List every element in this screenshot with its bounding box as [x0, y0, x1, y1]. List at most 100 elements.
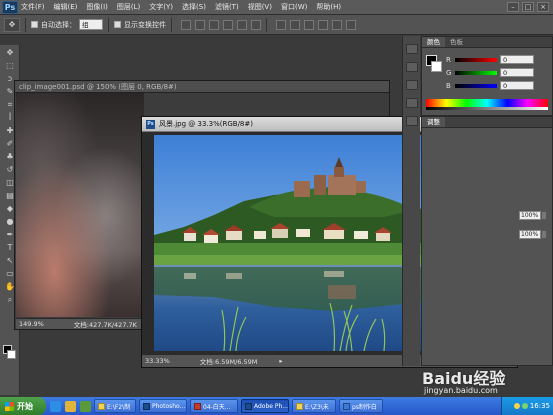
photoshop-icon: [245, 402, 252, 410]
doc-size: 文档:427.7K/427.7K: [73, 321, 137, 329]
separator: [108, 17, 109, 32]
adjustments-panel: 调整 100% 100%: [421, 116, 553, 366]
document-icon: [343, 402, 350, 410]
close-button[interactable]: ×: [537, 2, 549, 12]
zoom-level[interactable]: 33.33%: [145, 357, 170, 365]
cloudy-sky-canvas[interactable]: [16, 93, 144, 317]
move-tool-preset-icon[interactable]: ✥: [4, 17, 20, 32]
align-left-icon[interactable]: [223, 19, 233, 30]
marquee-icon[interactable]: ⬚: [3, 60, 17, 71]
green-label: G: [446, 68, 452, 77]
watermark-url: jingyan.baidu.com: [424, 386, 498, 395]
align-vcenter-icon[interactable]: [195, 19, 205, 30]
task-item[interactable]: Photosho...: [139, 399, 187, 413]
grayscale-ramp[interactable]: [426, 107, 548, 110]
clock[interactable]: 16:35: [530, 402, 550, 410]
fill-field[interactable]: 100%: [519, 230, 541, 239]
green-slider[interactable]: [455, 70, 497, 75]
tab-swatches[interactable]: 色板: [445, 37, 468, 47]
character-panel-icon[interactable]: [406, 98, 418, 108]
menu-filter[interactable]: 滤镜(T): [215, 2, 239, 12]
task-item[interactable]: E:\F2\制: [94, 399, 136, 413]
paragraph-panel-icon[interactable]: [406, 116, 418, 126]
tab-color[interactable]: 颜色: [422, 37, 445, 47]
distribute-hcenter-icon[interactable]: [332, 19, 342, 30]
task-label: E:\F2\制: [107, 403, 131, 411]
align-bottom-icon[interactable]: [209, 19, 219, 30]
actions-panel-icon[interactable]: [406, 62, 418, 72]
folder-icon: [98, 402, 105, 410]
fill-arrow-icon[interactable]: [541, 230, 547, 239]
document-title: 风景.jpg @ 33.3%(RGB/8#): [159, 120, 253, 128]
task-item-active[interactable]: Adobe Ph...: [241, 399, 289, 413]
green-channel-row: G 0: [446, 68, 534, 77]
blue-value-field[interactable]: 0: [500, 81, 534, 90]
distribute-right-icon[interactable]: [346, 19, 356, 30]
tray-icon[interactable]: [513, 403, 520, 409]
adjustments-panel-tabs: 调整: [422, 117, 552, 128]
task-label: E:\Z3\未: [305, 403, 329, 411]
status-menu-arrow-icon[interactable]: ▸: [279, 357, 282, 365]
start-button[interactable]: 开始: [0, 397, 46, 415]
align-hcenter-icon[interactable]: [237, 19, 247, 30]
doc-size: 文档:6.59M/6.59M: [199, 358, 258, 366]
red-value-field[interactable]: 0: [500, 55, 534, 64]
move-icon[interactable]: ✥: [3, 47, 17, 58]
auto-select-checkbox[interactable]: [31, 21, 38, 28]
blue-slider[interactable]: [455, 83, 497, 88]
folder-icon: [296, 402, 303, 410]
distribute-left-icon[interactable]: [318, 19, 328, 30]
menu-edit[interactable]: 编辑(E): [54, 2, 78, 12]
maximize-button[interactable]: □: [522, 2, 534, 12]
tab-adjustments[interactable]: 调整: [422, 117, 445, 127]
menu-layer[interactable]: 图层(L): [117, 2, 140, 12]
brush-panel-icon[interactable]: [406, 80, 418, 90]
distribute-vcenter-icon[interactable]: [290, 19, 300, 30]
blue-label: B: [446, 81, 451, 90]
opacity-field[interactable]: 100%: [519, 211, 541, 220]
menu-image[interactable]: 图像(I): [86, 2, 108, 12]
menu-file[interactable]: 文件(F): [21, 2, 45, 12]
tray-icon[interactable]: [521, 403, 528, 409]
document-status-bar: 149.9% 文档:427.7K/427.7K: [16, 318, 144, 329]
task-item[interactable]: ps制作白: [339, 399, 383, 413]
document-title-bar[interactable]: clip_image001.psd @ 150% (图层 0, RGB/8#): [15, 81, 389, 93]
menu-view[interactable]: 视图(V): [248, 2, 272, 12]
history-panel-icon[interactable]: [406, 44, 418, 54]
align-top-icon[interactable]: [181, 19, 191, 30]
align-right-icon[interactable]: [251, 19, 261, 30]
zoom-level[interactable]: 149.9%: [19, 320, 44, 328]
task-item[interactable]: 04-白天...: [190, 399, 238, 413]
show-transform-checkbox[interactable]: [114, 21, 121, 28]
auto-select-dropdown[interactable]: 组: [79, 19, 103, 30]
system-tray: 16:35: [501, 397, 553, 415]
menu-help[interactable]: 帮助(H): [316, 2, 341, 12]
start-label: 开始: [17, 401, 33, 411]
folder-quicklaunch-icon[interactable]: [65, 400, 76, 412]
green-value-field[interactable]: 0: [500, 68, 534, 77]
separator: [266, 17, 267, 32]
blue-channel-row: B 0: [446, 81, 534, 90]
color-panel: 颜色 色板 R 0 G 0 B 0: [421, 36, 553, 116]
app-quicklaunch-icon[interactable]: [80, 400, 91, 412]
windows-taskbar: 开始 E:\F2\制 Photosho... 04-白天... Adobe Ph…: [0, 397, 553, 415]
options-bar: ✥ 自动选择： 组 显示变换控件: [0, 15, 553, 35]
minimize-button[interactable]: –: [507, 2, 519, 12]
menu-type[interactable]: 文字(Y): [149, 2, 173, 12]
color-spectrum-bar[interactable]: [426, 99, 548, 107]
app-window-controls: – □ ×: [507, 2, 549, 12]
distribute-top-icon[interactable]: [276, 19, 286, 30]
red-label: R: [446, 55, 451, 64]
ps-document-icon: Ps: [146, 119, 155, 129]
show-transform-label: 显示变换控件: [124, 20, 166, 29]
menu-bar: Ps 文件(F) 编辑(E) 图像(I) 图层(L) 文字(Y) 选择(S) 滤…: [0, 0, 553, 15]
menu-select[interactable]: 选择(S): [182, 2, 206, 12]
red-slider[interactable]: [455, 57, 497, 62]
background-color-swatch[interactable]: [7, 350, 16, 359]
menu-window[interactable]: 窗口(W): [281, 2, 307, 12]
opacity-arrow-icon[interactable]: [541, 211, 547, 220]
distribute-bottom-icon[interactable]: [304, 19, 314, 30]
panel-background-swatch[interactable]: [431, 61, 442, 72]
task-item[interactable]: E:\Z3\未: [292, 399, 336, 413]
ie-quicklaunch-icon[interactable]: [50, 400, 61, 412]
